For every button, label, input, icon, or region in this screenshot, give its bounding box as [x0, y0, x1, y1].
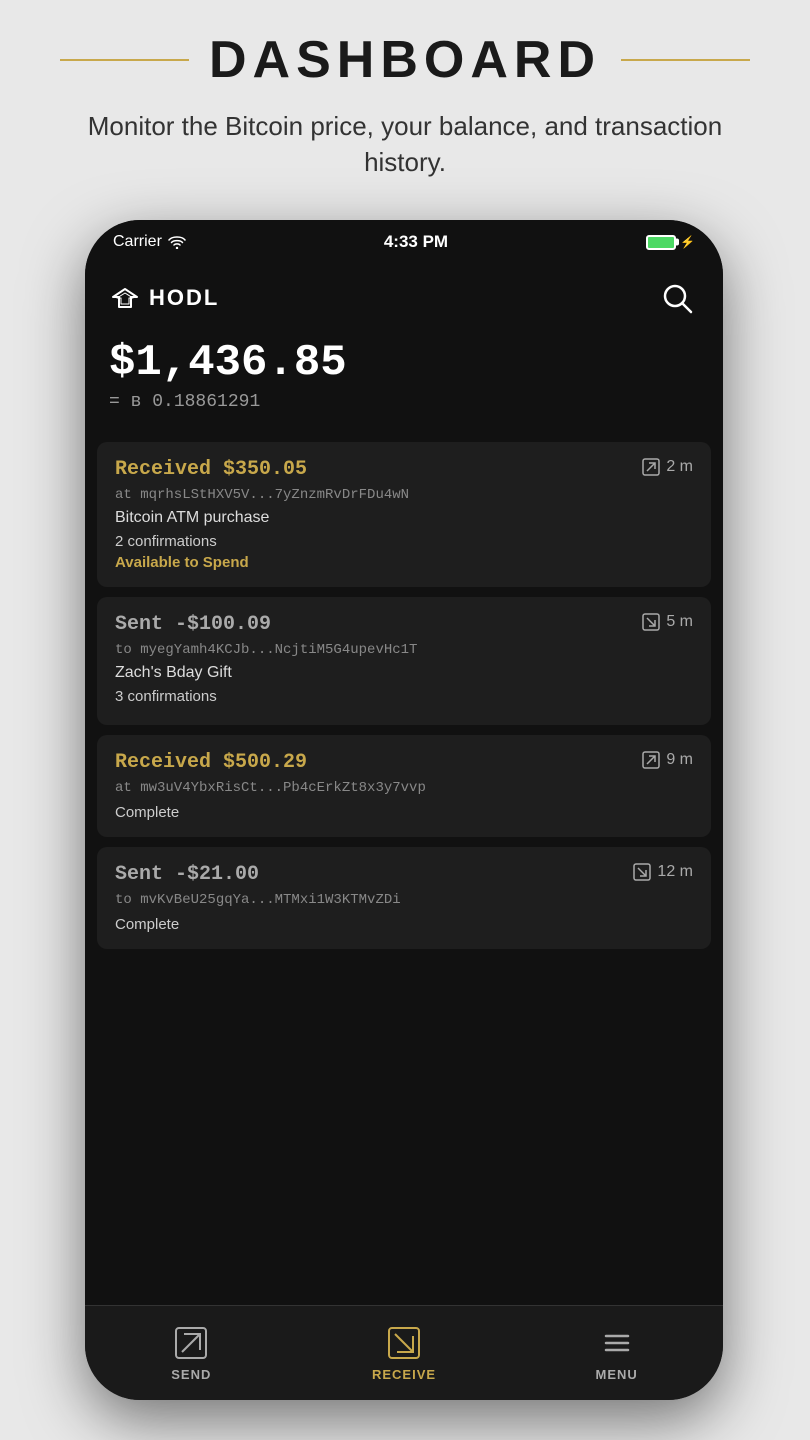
tx-address: to mvKvBeU25gqYa...MTMxi1W3KTMvZDi	[115, 892, 693, 908]
tx-confirmations: 2 confirmations	[115, 533, 693, 550]
tx-confirmations: 3 confirmations	[115, 688, 693, 705]
tx-amount: Sent -$21.00	[115, 863, 259, 886]
nav-menu[interactable]: MENU	[510, 1325, 723, 1382]
header-line: DASHBOARD	[60, 30, 750, 90]
tx-top-row: Sent -$100.09 5 m	[115, 613, 693, 636]
receive-label: RECEIVE	[372, 1367, 436, 1382]
balance-btc-value: ʙ 0.18861291	[131, 392, 261, 412]
tx-label: Zach's Bday Gift	[115, 664, 693, 682]
tx-time-value: 12 m	[657, 863, 693, 881]
tx-amount: Received $500.29	[115, 751, 307, 774]
transaction-item[interactable]: Received $500.29 9 m at mw3uV4YbxRisCt..…	[97, 735, 711, 837]
tx-time: 5 m	[642, 613, 693, 631]
tx-address: at mw3uV4YbxRisCt...Pb4cErkZt8x3y7vvp	[115, 780, 693, 796]
header-line-right	[621, 59, 750, 61]
outgoing-icon	[633, 863, 651, 881]
carrier-label: Carrier	[113, 233, 162, 251]
tx-label: Bitcoin ATM purchase	[115, 509, 693, 527]
tx-amount: Received $350.05	[115, 458, 307, 481]
send-label: SEND	[171, 1367, 211, 1382]
tx-time-value: 2 m	[666, 458, 693, 476]
balance-area: $1,436.85 = ʙ 0.18861291	[85, 330, 723, 442]
search-icon	[659, 280, 695, 316]
tx-status: Complete	[115, 916, 693, 933]
tx-time: 2 m	[642, 458, 693, 476]
menu-icon	[599, 1325, 635, 1361]
receive-icon	[386, 1325, 422, 1361]
nav-receive[interactable]: RECEIVE	[298, 1325, 511, 1382]
tx-time-value: 5 m	[666, 613, 693, 631]
wifi-icon	[168, 235, 186, 249]
transaction-item[interactable]: Sent -$100.09 5 m to myegYamh4KCJb...Ncj…	[97, 597, 711, 725]
tx-time: 9 m	[642, 751, 693, 769]
tx-time: 12 m	[633, 863, 693, 881]
transaction-item[interactable]: Sent -$21.00 12 m to mvKvBeU25gqYa...MTM…	[97, 847, 711, 949]
app-header: HODL	[85, 260, 723, 330]
nav-send[interactable]: SEND	[85, 1325, 298, 1382]
tx-top-row: Received $500.29 9 m	[115, 751, 693, 774]
balance-eq: =	[109, 392, 120, 412]
battery-area: ⚡	[646, 235, 695, 250]
tx-amount: Sent -$100.09	[115, 613, 271, 636]
send-icon	[173, 1325, 209, 1361]
tx-top-row: Received $350.05 2 m	[115, 458, 693, 481]
header-line-left	[60, 59, 189, 61]
transaction-item[interactable]: Received $350.05 2 m at mqrhsLStHXV5V...…	[97, 442, 711, 587]
bolt-icon: ⚡	[680, 235, 695, 249]
search-button[interactable]	[655, 276, 699, 320]
transaction-list: Received $350.05 2 m at mqrhsLStHXV5V...…	[85, 442, 723, 1262]
incoming-icon	[642, 751, 660, 769]
tx-address: to myegYamh4KCJb...NcjtiM5G4upevHc1T	[115, 642, 693, 658]
hodl-logo-icon	[109, 287, 141, 309]
app-logo: HODL	[109, 285, 219, 311]
page-subtitle: Monitor the Bitcoin price, your balance,…	[60, 108, 750, 181]
page-header: DASHBOARD Monitor the Bitcoin price, you…	[0, 0, 810, 201]
outgoing-icon	[642, 613, 660, 631]
status-bar: Carrier 4:33 PM ⚡	[85, 220, 723, 260]
menu-label: MENU	[596, 1367, 638, 1382]
incoming-icon	[642, 458, 660, 476]
tx-address: at mqrhsLStHXV5V...7yZnzmRvDrFDu4wN	[115, 487, 693, 503]
page-title: DASHBOARD	[209, 30, 601, 90]
balance-usd: $1,436.85	[109, 338, 699, 388]
phone-shell: Carrier 4:33 PM ⚡ HODL	[85, 220, 723, 1400]
app-name: HODL	[149, 285, 219, 311]
tx-time-value: 9 m	[666, 751, 693, 769]
battery-icon	[646, 235, 676, 250]
tx-top-row: Sent -$21.00 12 m	[115, 863, 693, 886]
balance-btc: = ʙ 0.18861291	[109, 392, 699, 412]
phone-content: HODL $1,436.85 = ʙ 0.18861291 Receive	[85, 260, 723, 1340]
tx-status: Complete	[115, 804, 693, 821]
bottom-nav: SEND RECEIVE MENU	[85, 1305, 723, 1400]
carrier-info: Carrier	[113, 233, 186, 251]
tx-status: Available to Spend	[115, 554, 693, 571]
status-time: 4:33 PM	[384, 232, 448, 252]
